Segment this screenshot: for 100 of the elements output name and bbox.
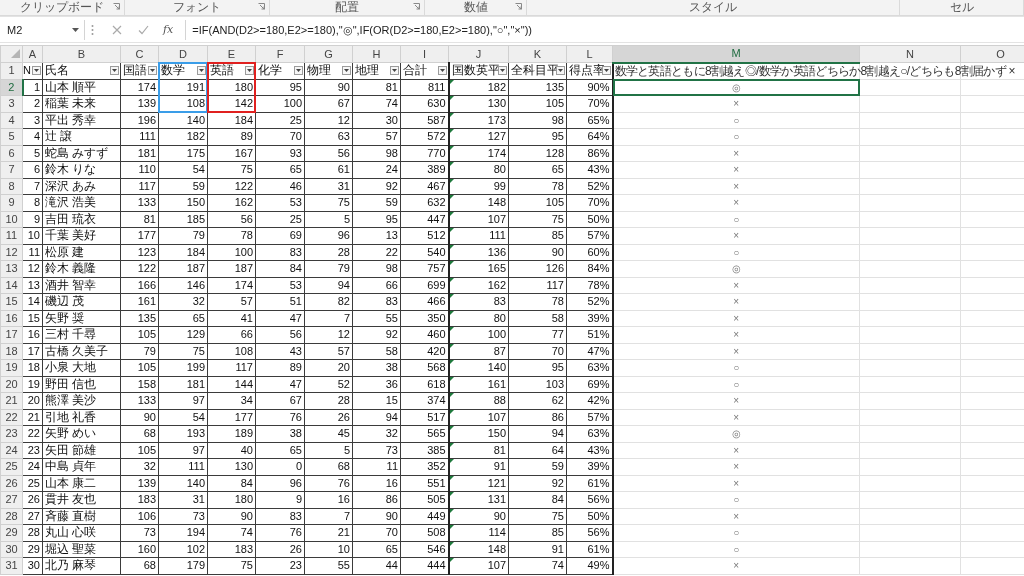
table-cell: 25 <box>22 475 43 492</box>
table-cell: 16 <box>304 491 353 508</box>
table-cell: 51 <box>255 293 305 310</box>
table-cell: 47 <box>255 376 305 393</box>
column-header[interactable]: L <box>566 45 613 63</box>
table-cell: 66 <box>207 326 256 343</box>
dialog-launcher-icon[interactable] <box>515 3 522 10</box>
filter-button[interactable] <box>437 66 447 75</box>
table-cell: 122 <box>120 260 159 277</box>
column-header[interactable]: J <box>448 45 509 63</box>
table-cell: 平出 秀幸 <box>42 112 121 129</box>
filter-button[interactable] <box>148 66 157 75</box>
error-indicator-icon <box>449 145 454 150</box>
column-header[interactable]: N <box>859 45 961 63</box>
column-header[interactable]: I <box>400 45 449 63</box>
table-cell: 8 <box>22 194 43 211</box>
table-cell: × <box>612 161 860 178</box>
filter-button[interactable] <box>197 66 206 75</box>
column-header[interactable]: K <box>508 45 567 63</box>
table-cell: 34 <box>207 392 256 409</box>
caret-icon <box>296 69 301 72</box>
insert-function-button[interactable]: fx <box>157 23 180 36</box>
table-cell: 158 <box>120 376 159 393</box>
filter-button[interactable] <box>556 66 565 75</box>
table-cell: 50% <box>566 211 613 228</box>
table-cell: 126 <box>508 260 567 277</box>
table-cell: 辻 譲 <box>42 128 121 145</box>
check-icon[interactable] <box>138 24 149 35</box>
filter-button[interactable] <box>342 66 351 75</box>
filter-button[interactable] <box>294 66 303 75</box>
error-indicator-icon <box>449 442 454 447</box>
table-cell: ○ <box>612 211 860 228</box>
error-indicator-icon <box>449 162 454 166</box>
table-cell: 21 <box>22 409 43 426</box>
dialog-launcher-icon[interactable] <box>413 3 420 10</box>
table-cell: 94 <box>352 409 401 426</box>
table-cell: × <box>612 326 860 343</box>
table-cell: 78 <box>207 227 256 244</box>
table-cell: 97 <box>158 392 208 409</box>
table-cell: 磯辺 茂 <box>42 293 121 310</box>
table-cell: 28 <box>304 244 353 261</box>
column-header[interactable]: F <box>255 45 305 63</box>
table-cell: 74 <box>352 95 401 112</box>
table-cell: 56 <box>207 211 256 228</box>
table-cell: × <box>612 442 860 459</box>
column-header[interactable]: O <box>960 45 1024 63</box>
table-cell: 81 <box>120 211 159 228</box>
column-header[interactable]: M <box>612 45 860 63</box>
dialog-launcher-icon[interactable] <box>113 3 120 10</box>
table-cell: ○ <box>612 541 860 558</box>
error-indicator-icon <box>449 310 454 315</box>
table-cell: 105 <box>508 95 567 112</box>
table-cell: 90 <box>508 244 567 261</box>
table-cell: 181 <box>120 145 159 162</box>
table-cell: 39% <box>566 458 613 475</box>
filter-button[interactable] <box>245 66 254 75</box>
table-cell: 136 <box>487 245 506 258</box>
table-cell: 130 <box>207 458 256 475</box>
table-cell: 58 <box>352 343 401 360</box>
column-header[interactable]: G <box>304 45 353 63</box>
column-heading: N <box>23 64 31 77</box>
table-cell: 30 <box>352 112 401 129</box>
table-cell: 84 <box>255 260 305 277</box>
group-label: セル <box>949 0 974 14</box>
table-cell: 182 <box>158 128 208 145</box>
name-box[interactable]: M2 <box>2 19 85 40</box>
table-cell: 107 <box>487 559 506 572</box>
table-cell: 79 <box>158 227 208 244</box>
table-cell: 103 <box>508 376 567 393</box>
table-cell: 98 <box>508 112 567 129</box>
table-cell: 丸山 心咲 <box>42 524 121 541</box>
table-cell: 65 <box>158 310 208 327</box>
filter-button[interactable] <box>390 66 399 75</box>
table-cell: 191 <box>186 80 205 93</box>
column-header[interactable]: B <box>42 45 121 63</box>
table-cell: 千葉 美好 <box>42 227 121 244</box>
table-cell: 175 <box>158 145 208 162</box>
table-cell: 北乃 麻琴 <box>42 557 121 574</box>
table-cell: 38 <box>255 425 305 442</box>
caret-icon <box>112 69 117 72</box>
filter-button[interactable] <box>110 66 119 75</box>
dialog-launcher-icon[interactable] <box>258 3 265 10</box>
table-cell: 松原 建 <box>42 244 121 261</box>
column-header[interactable]: H <box>352 45 401 63</box>
column-header[interactable]: E <box>207 45 256 63</box>
table-cell: 133 <box>120 194 159 211</box>
table-cell: 75 <box>508 508 567 525</box>
table-cell: 65 <box>352 541 401 558</box>
table-cell: 183 <box>120 491 159 508</box>
table-cell: 146 <box>158 277 208 294</box>
table-cell: 74 <box>508 557 567 574</box>
table-cell: 127 <box>487 130 506 143</box>
filter-button[interactable] <box>498 66 507 75</box>
formula-field[interactable]: =IF(AND(D2>=180,E2>=180),"◎",IF(OR(D2>=180,E2>=180),"○","×")) <box>185 19 1024 40</box>
table-cell: 65 <box>255 442 305 459</box>
table-cell: 32 <box>352 425 401 442</box>
filter-button[interactable] <box>32 66 41 75</box>
column-header[interactable]: C <box>120 45 159 63</box>
column-header[interactable]: D <box>158 45 208 63</box>
table-cell: × <box>612 409 860 426</box>
